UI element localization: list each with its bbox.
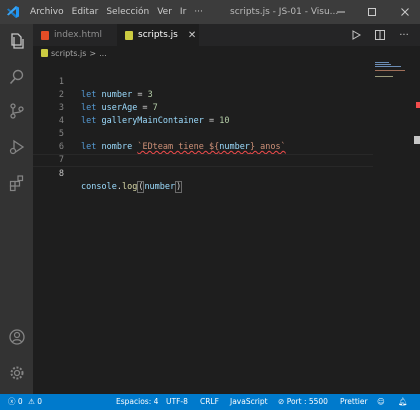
run-debug-icon[interactable] [0,132,33,162]
warning-icon: ⚠ [28,397,35,406]
line-number: 8 [58,169,64,179]
breadcrumb-file[interactable]: scripts.js [51,49,86,58]
port-icon: ⊘ [278,397,285,406]
notifications-bell-icon[interactable]: 🔔︎ [398,394,408,410]
code-line: 2 let userAge = 7 [33,76,373,113]
menu-archivo[interactable]: Archivo [26,0,68,24]
minimap[interactable] [373,60,413,100]
js-file-icon [41,49,48,57]
code-line: 7 [33,141,373,165]
source-control-icon[interactable] [0,96,33,126]
settings-gear-icon[interactable] [0,358,33,388]
scrollbar[interactable] [413,60,420,394]
error-marker [416,102,420,108]
tab-label: scripts.js [138,30,178,40]
maximize-icon[interactable] [357,0,387,24]
cursor-marker [414,136,420,144]
menu-more[interactable]: ··· [190,0,207,24]
extensions-icon[interactable] [0,168,33,198]
tab-index-html[interactable]: index.html [33,24,113,46]
code-line: 4 [33,102,373,126]
tab-bar: index.html scripts.js ✕ ··· [33,24,420,46]
split-editor-icon[interactable] [369,24,391,46]
tab-label: index.html [54,30,102,40]
close-window-icon[interactable] [390,0,420,24]
object-name: console [81,182,117,192]
encoding-status[interactable]: UTF-8 [166,394,188,410]
breadcrumb-separator: > [89,48,97,58]
feedback-icon[interactable]: ☺ [377,394,385,410]
code-editor[interactable]: 1 let number = 3 2 let userAge = 7 3 let… [33,60,420,394]
breadcrumb-more[interactable]: ... [99,49,107,58]
code-line: 3 let galleryMainContainer = 10 [33,89,373,126]
menu-editar[interactable]: Editar [68,0,103,24]
menu-seleccion[interactable]: Selección [102,0,153,24]
more-actions-icon[interactable]: ··· [393,24,415,46]
run-file-icon[interactable] [345,24,367,46]
menu-ir[interactable]: Ir [176,0,190,24]
problems-indicator[interactable]: ⓧ 0 ⚠ 0 [8,394,42,410]
search-icon[interactable] [0,62,33,92]
html-file-icon [41,30,49,40]
tab-scripts-js[interactable]: scripts.js ✕ [117,24,199,46]
activity-bar [0,24,33,394]
code-line: 5 let nombre `EDteam tiene ${number} ano… [33,115,373,152]
minimize-icon[interactable] [326,0,356,24]
breadcrumb: scripts.js > ... [33,46,107,60]
explorer-icon[interactable] [0,26,33,56]
close-tab-icon[interactable]: ✕ [188,30,196,41]
status-bar: ⓧ 0 ⚠ 0 Espacios: 4 UTF-8 CRLF JavaScrip… [0,394,420,410]
code-line: 6 [33,128,373,152]
language-mode[interactable]: JavaScript [230,394,268,410]
function-name: log [121,182,138,192]
menu-ver[interactable]: Ver [153,0,176,24]
bracket-match: ) [175,181,183,193]
js-file-icon [125,30,133,40]
port-label: Port : 5500 [286,397,328,406]
window-title: scripts.js - JS-01 - Visu... [230,7,339,17]
error-count: 0 [17,397,23,406]
current-code-line: 8 console.log(number) [33,154,373,193]
vscode-logo-icon[interactable] [0,0,26,24]
argument: number [144,182,176,192]
live-server-status[interactable]: ⊘ Port : 5500 [278,394,328,410]
indentation-status[interactable]: Espacios: 4 [116,394,158,410]
title-bar: Archivo Editar Selección Ver Ir ··· scri… [0,0,420,24]
formatter-status[interactable]: Prettier [340,394,368,410]
warning-count: 0 [37,397,42,406]
code-line: 1 let number = 3 [33,63,373,100]
account-icon[interactable] [0,322,33,352]
eol-status[interactable]: CRLF [200,394,219,410]
error-icon: ⓧ [8,397,16,406]
